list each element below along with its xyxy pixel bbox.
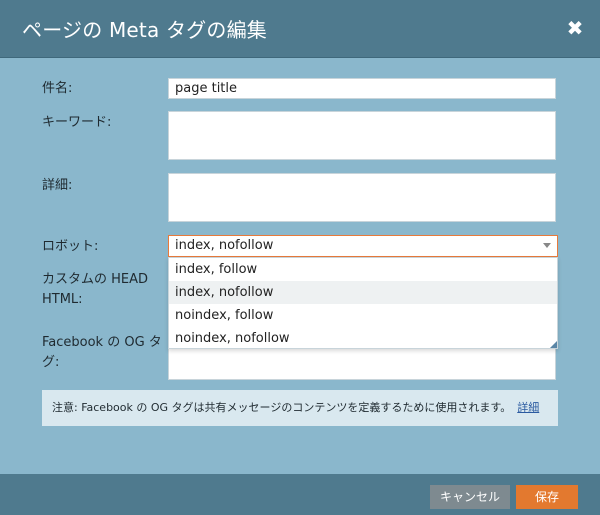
og-label: Facebook の OG タ グ: [42, 333, 162, 373]
description-label: 詳細: [42, 178, 73, 193]
cancel-button[interactable]: キャンセル [430, 485, 510, 509]
robots-label: ロボット: [42, 239, 99, 254]
resize-handle-icon[interactable] [550, 341, 557, 348]
og-note: 注意: Facebook の OG タグは共有メッセージのコンテンツを定義するた… [42, 390, 558, 426]
title-field[interactable]: page title [168, 78, 556, 99]
dropdown-option-noindex-follow[interactable]: noindex, follow [169, 304, 557, 327]
robots-dropdown-list: index, follow index, nofollow noindex, f… [168, 257, 558, 349]
description-field[interactable] [168, 173, 556, 222]
custom-head-label-line1: カスタムの HEAD [42, 272, 149, 287]
custom-head-label-line2: HTML: [42, 292, 83, 307]
og-label-line1: Facebook の OG タ [42, 335, 162, 350]
og-field[interactable] [168, 346, 556, 380]
og-note-text: 注意: Facebook の OG タグは共有メッセージのコンテンツを定義するた… [52, 401, 512, 414]
dropdown-option-index-nofollow[interactable]: index, nofollow [169, 281, 557, 304]
keywords-field[interactable] [168, 111, 556, 160]
title-label: 件名: [42, 81, 73, 96]
save-button[interactable]: 保存 [516, 485, 578, 509]
chevron-down-icon [543, 243, 551, 248]
robots-select[interactable]: index, nofollow [168, 235, 558, 257]
keywords-label: キーワード: [42, 115, 112, 130]
dialog-title: ページの Meta タグの編集 [22, 18, 267, 42]
dropdown-option-index-follow[interactable]: index, follow [169, 258, 557, 281]
custom-head-label: カスタムの HEAD HTML: [42, 270, 148, 310]
og-label-line2: グ: [42, 355, 60, 370]
robots-selected-value: index, nofollow [175, 238, 274, 253]
details-link[interactable]: 詳細 [517, 401, 539, 414]
close-icon[interactable]: ✖ [564, 16, 586, 40]
dialog-header: ページの Meta タグの編集 ✖ [0, 0, 600, 58]
dropdown-option-noindex-nofollow[interactable]: noindex, nofollow [169, 327, 557, 350]
dialog-footer [0, 474, 600, 515]
